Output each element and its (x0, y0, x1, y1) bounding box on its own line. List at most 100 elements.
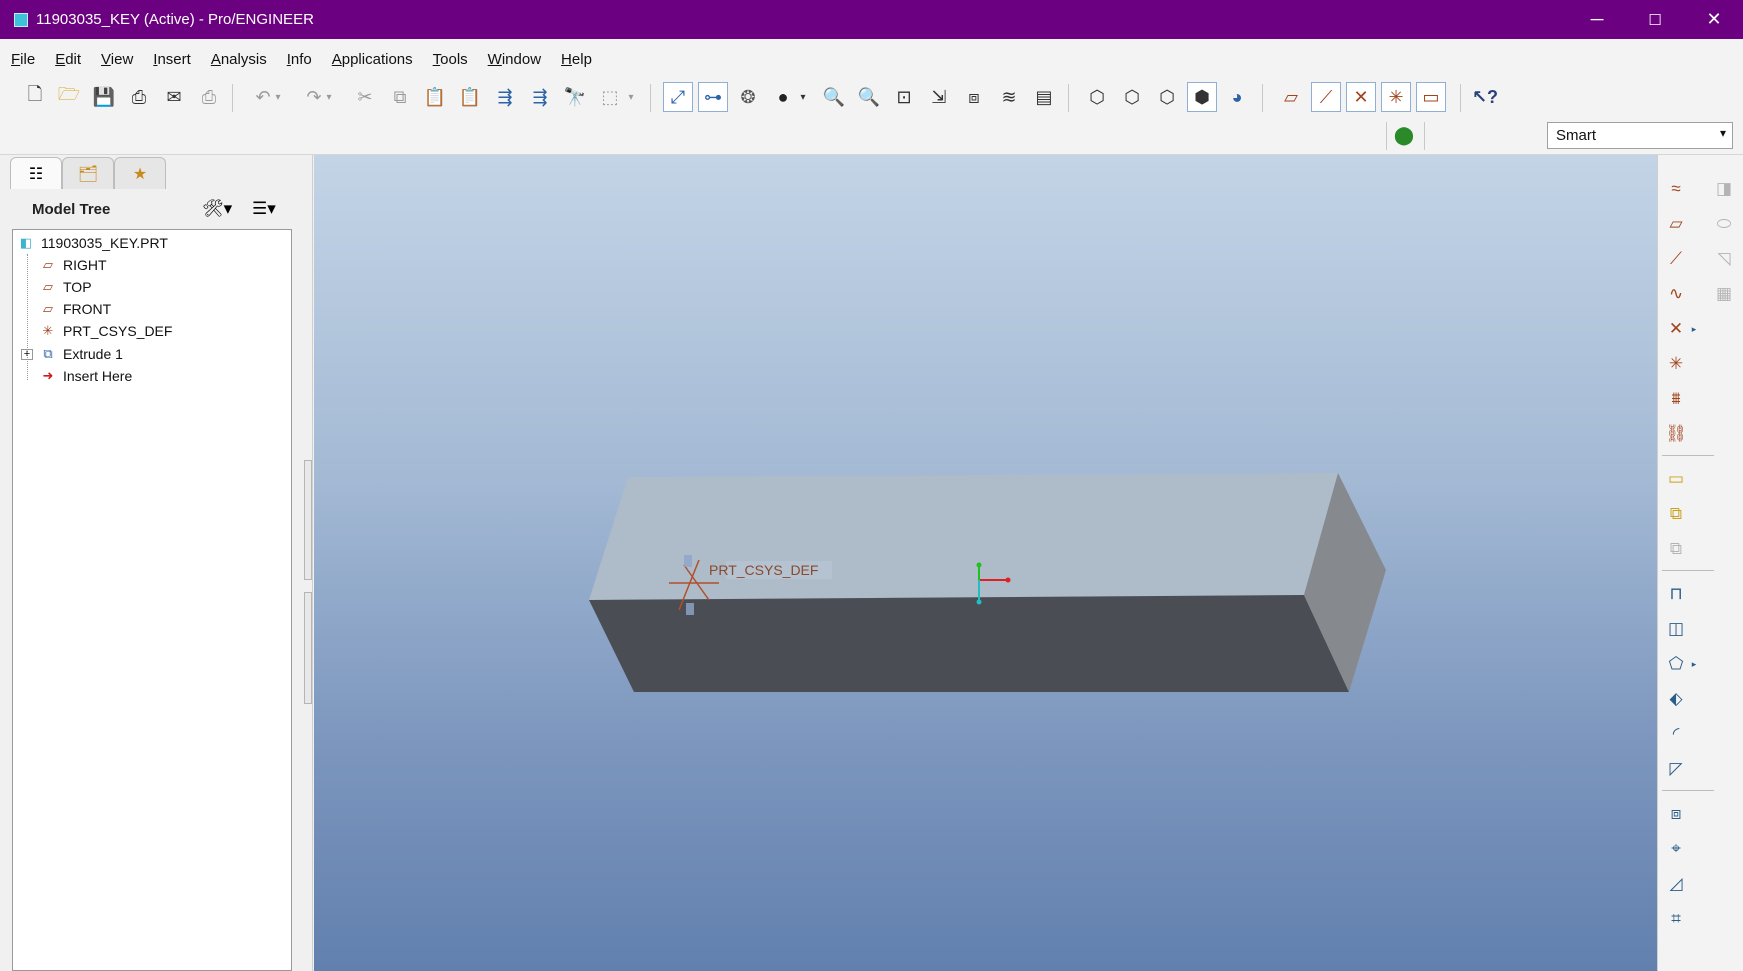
regenerate-manager-icon[interactable]: ⇶ (525, 82, 555, 112)
tree-item-part[interactable]: ◧ 11903035_KEY.PRT (17, 232, 168, 254)
menu-insert[interactable]: Insert (150, 47, 194, 72)
no-hidden-icon[interactable]: ⬡ (1152, 82, 1182, 112)
close-button[interactable]: ✕ (1685, 0, 1743, 39)
zoom-out-icon[interactable]: 🔍 (854, 82, 884, 112)
enhanced-realism-icon[interactable]: ◕ (1222, 82, 1252, 112)
maximize-button[interactable]: ☐ (1626, 0, 1684, 39)
tree-item-top[interactable]: ▱ TOP (39, 276, 92, 298)
trim-tool-icon[interactable]: ◹ (1710, 245, 1738, 273)
shrinkwrap-icon[interactable]: ⧉ (1662, 535, 1690, 563)
datum-axis-tool-icon[interactable]: ⟋ (1662, 245, 1690, 273)
selection-filter-select[interactable]: Smart ▾ (1547, 122, 1733, 149)
wireframe-icon[interactable]: ⬡ (1082, 82, 1112, 112)
tree-item-front[interactable]: ▱ FRONT (39, 298, 111, 320)
layers-icon[interactable]: ≋ (994, 82, 1024, 112)
reorient-icon[interactable]: ⇲ (924, 82, 954, 112)
show-menu-icon[interactable]: ☰▾ (252, 199, 276, 219)
spin-center-icon[interactable]: ⊶ (698, 82, 728, 112)
menu-info[interactable]: Info (284, 47, 315, 72)
shaded-icon[interactable]: ⬢ (1187, 82, 1217, 112)
hidden-line-icon[interactable]: ⬡ (1117, 82, 1147, 112)
tab-model-tree[interactable]: ☷ (10, 157, 62, 189)
print-preview-icon[interactable]: ⎙ (194, 82, 224, 112)
new-file-icon[interactable]: 🗋 (20, 82, 50, 112)
menu-help[interactable]: Help (558, 47, 595, 72)
axis-display-icon[interactable]: ⟋ (1311, 82, 1341, 112)
csys-display-icon[interactable]: ✳ (1381, 82, 1411, 112)
paste-special-icon[interactable]: 📋 (455, 82, 485, 112)
paste-icon[interactable]: 📋 (420, 82, 450, 112)
tab-favorites[interactable]: ★ (114, 157, 166, 189)
analysis-tool-icon[interactable]: ⩩ (1662, 385, 1690, 413)
panel-splitter-handle[interactable] (304, 460, 312, 580)
tab-folder-browser[interactable]: 🗂 (62, 157, 114, 189)
grid-tool-icon[interactable]: ▦ (1710, 280, 1738, 308)
regenerate-icon[interactable]: ⇶ (490, 82, 520, 112)
datum-curve-tool-icon[interactable]: ∿ (1662, 280, 1690, 308)
chamfer-tool-icon[interactable]: ◸ (1662, 755, 1690, 783)
settings-tools-icon[interactable]: 🛠▾ (202, 199, 232, 219)
point-display-icon[interactable]: ✕ (1346, 82, 1376, 112)
select-box-icon[interactable]: ⬚ (595, 82, 625, 112)
expand-icon[interactable]: + (21, 348, 33, 360)
rib-tool-icon[interactable]: ⌖ (1662, 835, 1690, 863)
draft-tool-icon[interactable]: ◿ (1662, 870, 1690, 898)
zoom-in-icon[interactable]: 🔍 (819, 82, 849, 112)
plane-display-icon[interactable]: ▱ (1276, 82, 1306, 112)
pattern-tool-icon[interactable]: ⌗ (1662, 905, 1690, 933)
save-icon[interactable]: 💾 (89, 82, 119, 112)
csys-tool-icon[interactable]: ✳ (1662, 350, 1690, 378)
menu-file[interactable]: File (8, 47, 38, 72)
tree-item-csys[interactable]: ✳ PRT_CSYS_DEF (39, 320, 173, 342)
shading-dropdown-icon[interactable]: ▾ (796, 82, 810, 112)
point-dropdown-icon[interactable]: ▸ (1688, 315, 1700, 343)
shell-tool-icon[interactable]: ⧈ (1662, 800, 1690, 828)
undo-dropdown-icon[interactable]: ▾ (271, 82, 285, 112)
orient-mode-icon[interactable]: ❂ (733, 82, 763, 112)
sketch-tool-icon[interactable]: ≈ (1662, 175, 1690, 203)
view-manager-icon[interactable]: ▤ (1029, 82, 1059, 112)
datum-plane-tool-icon[interactable]: ▱ (1662, 210, 1690, 238)
datum-point-tool-icon[interactable]: ✕ (1662, 315, 1690, 343)
sweep-dropdown-icon[interactable]: ▸ (1688, 650, 1700, 678)
shading-icon[interactable]: ● (768, 82, 798, 112)
copy-icon[interactable]: ⧉ (385, 82, 415, 112)
tree-item-insert-here[interactable]: ➜ Insert Here (39, 365, 133, 387)
menu-applications[interactable]: Applications (329, 47, 416, 72)
tree-item-extrude[interactable]: + ⧉ Extrude 1 (21, 343, 123, 365)
redo-dropdown-icon[interactable]: ▾ (322, 82, 336, 112)
merge-tool-icon[interactable]: ⬭ (1710, 210, 1738, 238)
copy-geometry-icon[interactable]: ⧉ (1662, 500, 1690, 528)
email-icon[interactable]: ✉ (159, 82, 189, 112)
round-tool-icon[interactable]: ◜ (1662, 720, 1690, 748)
mirror-tool-icon[interactable]: ◨ (1710, 175, 1738, 203)
cut-icon[interactable]: ✂ (350, 82, 380, 112)
menu-window[interactable]: Window (485, 47, 544, 72)
menu-edit[interactable]: Edit (52, 47, 84, 72)
print-icon[interactable]: ⎙ (124, 82, 154, 112)
context-help-icon[interactable]: ↖? (1470, 82, 1500, 112)
tree-item-right[interactable]: ▱ RIGHT (39, 254, 107, 276)
repaint-icon[interactable]: ⤢ (663, 82, 693, 112)
refit-icon[interactable]: ⊡ (889, 82, 919, 112)
minimize-button[interactable]: ─ (1568, 0, 1626, 39)
annotation-display-icon[interactable]: ▭ (1416, 82, 1446, 112)
saved-views-icon[interactable]: ⧈ (959, 82, 989, 112)
graphics-viewport[interactable]: PRT_CSYS_DEF (314, 155, 1657, 971)
blend-tool-icon[interactable]: ⬖ (1662, 685, 1690, 713)
status-light-icon[interactable]: ⬤ (1389, 120, 1419, 150)
menu-view[interactable]: View (98, 47, 136, 72)
csys-icon: ✳ (42, 323, 54, 338)
chain-tool-icon[interactable]: ⛓ (1662, 420, 1690, 448)
select-dropdown-icon[interactable]: ▾ (624, 82, 638, 112)
find-icon[interactable]: 🔭 (560, 82, 590, 112)
extrude-tool-icon[interactable]: ⊓ (1662, 580, 1690, 608)
sweep-tool-icon[interactable]: ⬠ (1662, 650, 1690, 678)
open-folder-icon[interactable]: 🗁 (54, 82, 84, 112)
panel-splitter-handle-lower[interactable] (304, 592, 312, 704)
annotation-tool-icon[interactable]: ▭ (1662, 465, 1690, 493)
revolve-tool-icon[interactable]: ◫ (1662, 615, 1690, 643)
menu-tools[interactable]: Tools (430, 47, 471, 72)
menu-analysis[interactable]: Analysis (208, 47, 270, 72)
selection-filter-value: Smart (1556, 127, 1597, 144)
